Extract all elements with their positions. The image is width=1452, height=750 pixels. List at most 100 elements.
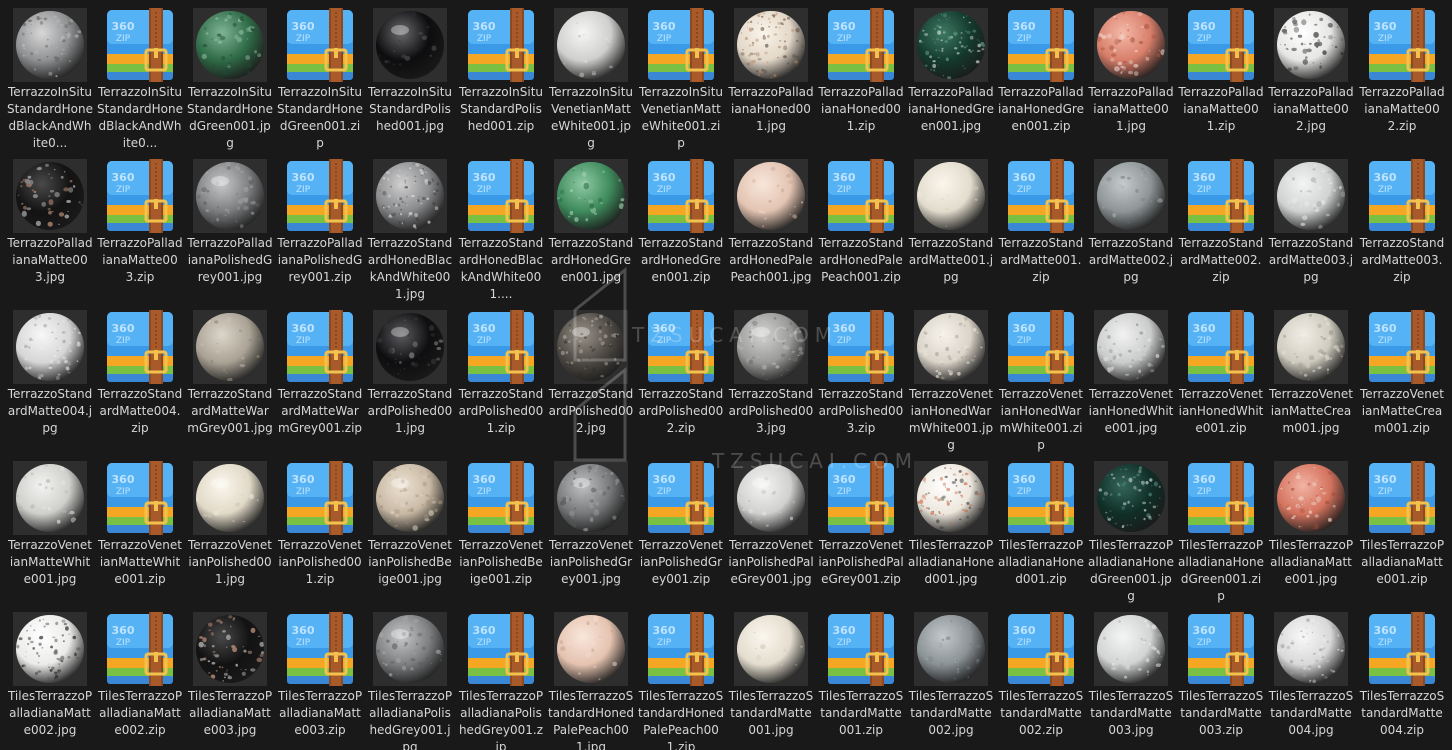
zip-archive-icon: 360 ZIP	[824, 461, 898, 535]
image-file-item[interactable]: TerrazzoInSituVenetianMatteWhite001.jpg	[548, 8, 634, 156]
image-file-item[interactable]: TilesTerrazzoStandardMatte001.jpg	[728, 612, 814, 750]
zip-file-item[interactable]: 360 ZIP TilesTerrazzoPalladianaHoned001.zi…	[998, 461, 1084, 609]
zip-file-item[interactable]: 360 ZIP TerrazzoInSituStandardHonedBlackAn…	[97, 8, 183, 156]
image-file-item[interactable]: TerrazzoVenetianMatteCream001.jpg	[1268, 310, 1354, 458]
image-file-item[interactable]: TerrazzoPalladianaHoned001.jpg	[728, 8, 814, 156]
image-file-item[interactable]: TerrazzoStandardMatte003.jpg	[1268, 159, 1354, 307]
image-file-item[interactable]: TilesTerrazzoStandardMatte003.jpg	[1088, 612, 1174, 750]
zip-file-item[interactable]: 360 ZIP TilesTerrazzoPalladianaMatte001.zi…	[1359, 461, 1445, 609]
file-name-label: TerrazzoPalladianaPolishedGrey001.jpg	[187, 236, 273, 284]
zip-file-item[interactable]: 360 ZIP TerrazzoVenetianPolishedPaleGrey00…	[818, 461, 904, 609]
image-file-item[interactable]: TerrazzoPalladianaMatte001.jpg	[1088, 8, 1174, 156]
svg-text:ZIP: ZIP	[1017, 34, 1032, 44]
material-thumbnail	[914, 8, 988, 82]
image-file-item[interactable]: TilesTerrazzoPalladianaMatte001.jpg	[1268, 461, 1354, 609]
zip-file-item[interactable]: 360 ZIP TerrazzoStandardMatte004.zip	[97, 310, 183, 458]
svg-text:360: 360	[292, 171, 315, 184]
image-file-item[interactable]: TilesTerrazzoPalladianaHonedGreen001.jpg	[1088, 461, 1174, 609]
zip-file-item[interactable]: 360 ZIP TerrazzoInSituStandardPolished001.…	[458, 8, 544, 156]
svg-text:ZIP: ZIP	[477, 638, 492, 648]
image-file-item[interactable]: TerrazzoStandardMatte004.jpg	[7, 310, 93, 458]
zip-file-item[interactable]: 360 ZIP TerrazzoStandardPolished001.zip	[458, 310, 544, 458]
zip-file-item[interactable]: 360 ZIP TerrazzoStandardMatte001.zip	[998, 159, 1084, 307]
image-file-item[interactable]: TerrazzoPalladianaMatte003.jpg	[7, 159, 93, 307]
svg-text:360: 360	[1193, 171, 1216, 184]
zip-file-item[interactable]: 360 ZIP TerrazzoInSituStandardHonedGreen00…	[277, 8, 363, 156]
image-file-item[interactable]: TerrazzoInSituStandardHonedGreen001.jpg	[187, 8, 273, 156]
image-file-item[interactable]: TerrazzoVenetianPolished001.jpg	[187, 461, 273, 609]
zip-file-item[interactable]: 360 ZIP TerrazzoPalladianaPolishedGrey001.…	[277, 159, 363, 307]
image-file-item[interactable]: TerrazzoStandardMatte002.jpg	[1088, 159, 1174, 307]
zip-file-item[interactable]: 360 ZIP TerrazzoPalladianaMatte002.zip	[1359, 8, 1445, 156]
zip-file-item[interactable]: 360 ZIP TerrazzoStandardMatteWarmGrey001.z…	[277, 310, 363, 458]
image-file-item[interactable]: TerrazzoVenetianPolishedPaleGrey001.jpg	[728, 461, 814, 609]
svg-text:ZIP: ZIP	[296, 336, 311, 346]
zip-archive-icon: 360 ZIP	[1365, 159, 1439, 233]
image-file-item[interactable]: TerrazzoPalladianaHonedGreen001.jpg	[908, 8, 994, 156]
image-file-item[interactable]: TerrazzoVenetianHonedWhite001.jpg	[1088, 310, 1174, 458]
image-file-item[interactable]: TilesTerrazzoPalladianaPolishedGrey001.j…	[367, 612, 453, 750]
image-file-item[interactable]: TilesTerrazzoPalladianaMatte003.jpg	[187, 612, 273, 750]
image-file-item[interactable]: TerrazzoStandardMatteWarmGrey001.jpg	[187, 310, 273, 458]
zip-file-item[interactable]: 360 ZIP TilesTerrazzoPalladianaMatte003.zi…	[277, 612, 363, 750]
zip-file-item[interactable]: 360 ZIP TerrazzoVenetianHonedWarmWhite001.…	[998, 310, 1084, 458]
svg-text:360: 360	[653, 322, 676, 335]
zip-file-item[interactable]: 360 ZIP TilesTerrazzoPalladianaHonedGreen0…	[1178, 461, 1264, 609]
image-file-item[interactable]: TerrazzoVenetianPolishedBeige001.jpg	[367, 461, 453, 609]
image-file-item[interactable]: TerrazzoInSituStandardPolished001.jpg	[367, 8, 453, 156]
zip-archive-icon: 360 ZIP	[1365, 8, 1439, 82]
zip-file-item[interactable]: 360 ZIP TerrazzoStandardPolished003.zip	[818, 310, 904, 458]
zip-file-item[interactable]: 360 ZIP TilesTerrazzoPalladianaMatte002.zi…	[97, 612, 183, 750]
image-file-item[interactable]: TerrazzoStandardMatte001.jpg	[908, 159, 994, 307]
zip-file-item[interactable]: 360 ZIP TerrazzoPalladianaHonedGreen001.zi…	[998, 8, 1084, 156]
zip-file-item[interactable]: 360 ZIP TerrazzoPalladianaHoned001.zip	[818, 8, 904, 156]
file-name-label: TerrazzoVenetianMatteWhite001.zip	[98, 538, 182, 586]
image-file-item[interactable]: TerrazzoStandardHonedGreen001.jpg	[548, 159, 634, 307]
image-file-item[interactable]: TerrazzoInSituStandardHonedBlackAndWhite…	[7, 8, 93, 156]
image-file-item[interactable]: TerrazzoStandardPolished002.jpg	[548, 310, 634, 458]
image-file-item[interactable]: TerrazzoStandardHonedPalePeach001.jpg	[728, 159, 814, 307]
zip-file-item[interactable]: 360 ZIP TilesTerrazzoStandardMatte004.zip	[1359, 612, 1445, 750]
zip-archive-icon: 360 ZIP	[1004, 612, 1078, 686]
zip-file-item[interactable]: 360 ZIP TerrazzoVenetianHonedWhite001.zip	[1178, 310, 1264, 458]
image-file-item[interactable]: TerrazzoVenetianHonedWarmWhite001.jpg	[908, 310, 994, 458]
image-file-item[interactable]: TerrazzoVenetianPolishedGrey001.jpg	[548, 461, 634, 609]
zip-file-item[interactable]: 360 ZIP TerrazzoInSituVenetianMatteWhite00…	[638, 8, 724, 156]
image-file-item[interactable]: TilesTerrazzoStandardMatte002.jpg	[908, 612, 994, 750]
image-file-item[interactable]: TerrazzoStandardPolished003.jpg	[728, 310, 814, 458]
svg-text:360: 360	[1374, 473, 1397, 486]
material-thumbnail	[1094, 310, 1168, 384]
image-file-item[interactable]: TilesTerrazzoPalladianaHoned001.jpg	[908, 461, 994, 609]
image-file-item[interactable]: TerrazzoStandardPolished001.jpg	[367, 310, 453, 458]
zip-file-item[interactable]: 360 ZIP TerrazzoVenetianMatteCream001.zip	[1359, 310, 1445, 458]
zip-file-item[interactable]: 360 ZIP TerrazzoPalladianaMatte001.zip	[1178, 8, 1264, 156]
zip-file-item[interactable]: 360 ZIP TerrazzoStandardHonedGreen001.zip	[638, 159, 724, 307]
image-file-item[interactable]: TerrazzoVenetianMatteWhite001.jpg	[7, 461, 93, 609]
zip-file-item[interactable]: 360 ZIP TilesTerrazzoStandardMatte002.zip	[998, 612, 1084, 750]
material-thumbnail	[554, 310, 628, 384]
zip-file-item[interactable]: 360 ZIP TerrazzoVenetianPolished001.zip	[277, 461, 363, 609]
image-file-item[interactable]: TilesTerrazzoStandardMatte004.jpg	[1268, 612, 1354, 750]
image-file-item[interactable]: TilesTerrazzoStandardHonedPalePeach001.j…	[548, 612, 634, 750]
zip-file-item[interactable]: 360 ZIP TerrazzoStandardHonedPalePeach001.…	[818, 159, 904, 307]
image-file-item[interactable]: TerrazzoPalladianaPolishedGrey001.jpg	[187, 159, 273, 307]
zip-file-item[interactable]: 360 ZIP TerrazzoVenetianMatteWhite001.zip	[97, 461, 183, 609]
file-name-label: TilesTerrazzoStandardMatte001.zip	[818, 689, 904, 737]
zip-file-item[interactable]: 360 ZIP TerrazzoVenetianPolishedGrey001.zi…	[638, 461, 724, 609]
zip-file-item[interactable]: 360 ZIP TilesTerrazzoStandardMatte001.zip	[818, 612, 904, 750]
image-file-item[interactable]: TerrazzoPalladianaMatte002.jpg	[1268, 8, 1354, 156]
zip-file-item[interactable]: 360 ZIP TilesTerrazzoStandardMatte003.zip	[1178, 612, 1264, 750]
svg-text:ZIP: ZIP	[1017, 185, 1032, 195]
file-name-label: TerrazzoStandardMatte004.zip	[97, 387, 183, 435]
material-thumbnail	[373, 8, 447, 82]
zip-file-item[interactable]: 360 ZIP TerrazzoStandardPolished002.zip	[638, 310, 724, 458]
image-file-item[interactable]: TilesTerrazzoPalladianaMatte002.jpg	[7, 612, 93, 750]
zip-file-item[interactable]: 360 ZIP TerrazzoStandardMatte003.zip	[1359, 159, 1445, 307]
zip-file-item[interactable]: 360 ZIP TerrazzoStandardMatte002.zip	[1178, 159, 1264, 307]
zip-file-item[interactable]: 360 ZIP TilesTerrazzoStandardHonedPalePeac…	[638, 612, 724, 750]
zip-file-item[interactable]: 360 ZIP TerrazzoStandardHonedBlackAndWhite…	[458, 159, 544, 307]
zip-file-item[interactable]: 360 ZIP TilesTerrazzoPalladianaPolishedGre…	[458, 612, 544, 750]
zip-file-item[interactable]: 360 ZIP TerrazzoVenetianPolishedBeige001.z…	[458, 461, 544, 609]
zip-file-item[interactable]: 360 ZIP TerrazzoPalladianaMatte003.zip	[97, 159, 183, 307]
image-file-item[interactable]: TerrazzoStandardHonedBlackAndWhite001.jp…	[367, 159, 453, 307]
